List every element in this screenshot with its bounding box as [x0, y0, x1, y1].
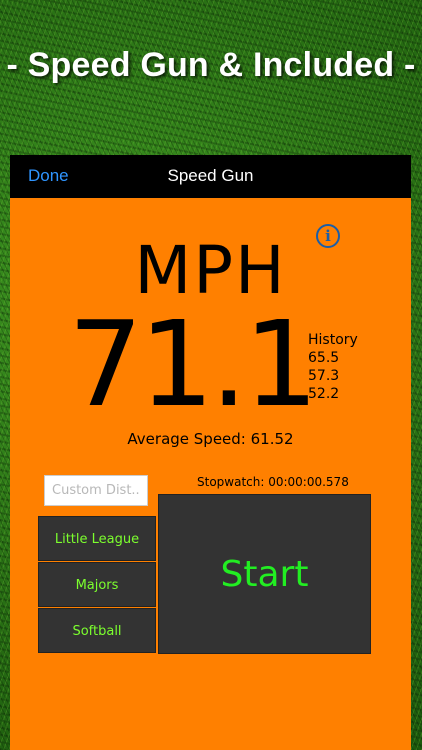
history-list: History 65.5 57.3 52.2 — [308, 331, 358, 403]
custom-distance-input[interactable] — [44, 475, 148, 506]
nav-title: Speed Gun — [167, 166, 254, 185]
promo-banner-title: - Speed Gun & Included - — [6, 46, 416, 84]
average-speed: Average Speed: 61.52 — [127, 430, 294, 448]
speed-readout: 71.1 — [68, 295, 319, 433]
stopwatch-readout: Stopwatch: 00:00:00.578 — [197, 475, 349, 489]
history-item: 52.2 — [308, 386, 340, 402]
history-label: History — [308, 332, 358, 348]
softball-button[interactable]: Softball — [38, 608, 156, 653]
majors-button[interactable]: Majors — [38, 562, 156, 607]
start-button[interactable]: Start — [158, 494, 371, 654]
navigation-bar: Done Speed Gun — [10, 155, 411, 198]
history-item: 65.5 — [308, 350, 340, 366]
little-league-button[interactable]: Little League — [38, 516, 156, 561]
app-screen: Done Speed Gun i MPH 71.1 History 65.5 5… — [10, 155, 411, 750]
history-item: 57.3 — [308, 368, 340, 384]
